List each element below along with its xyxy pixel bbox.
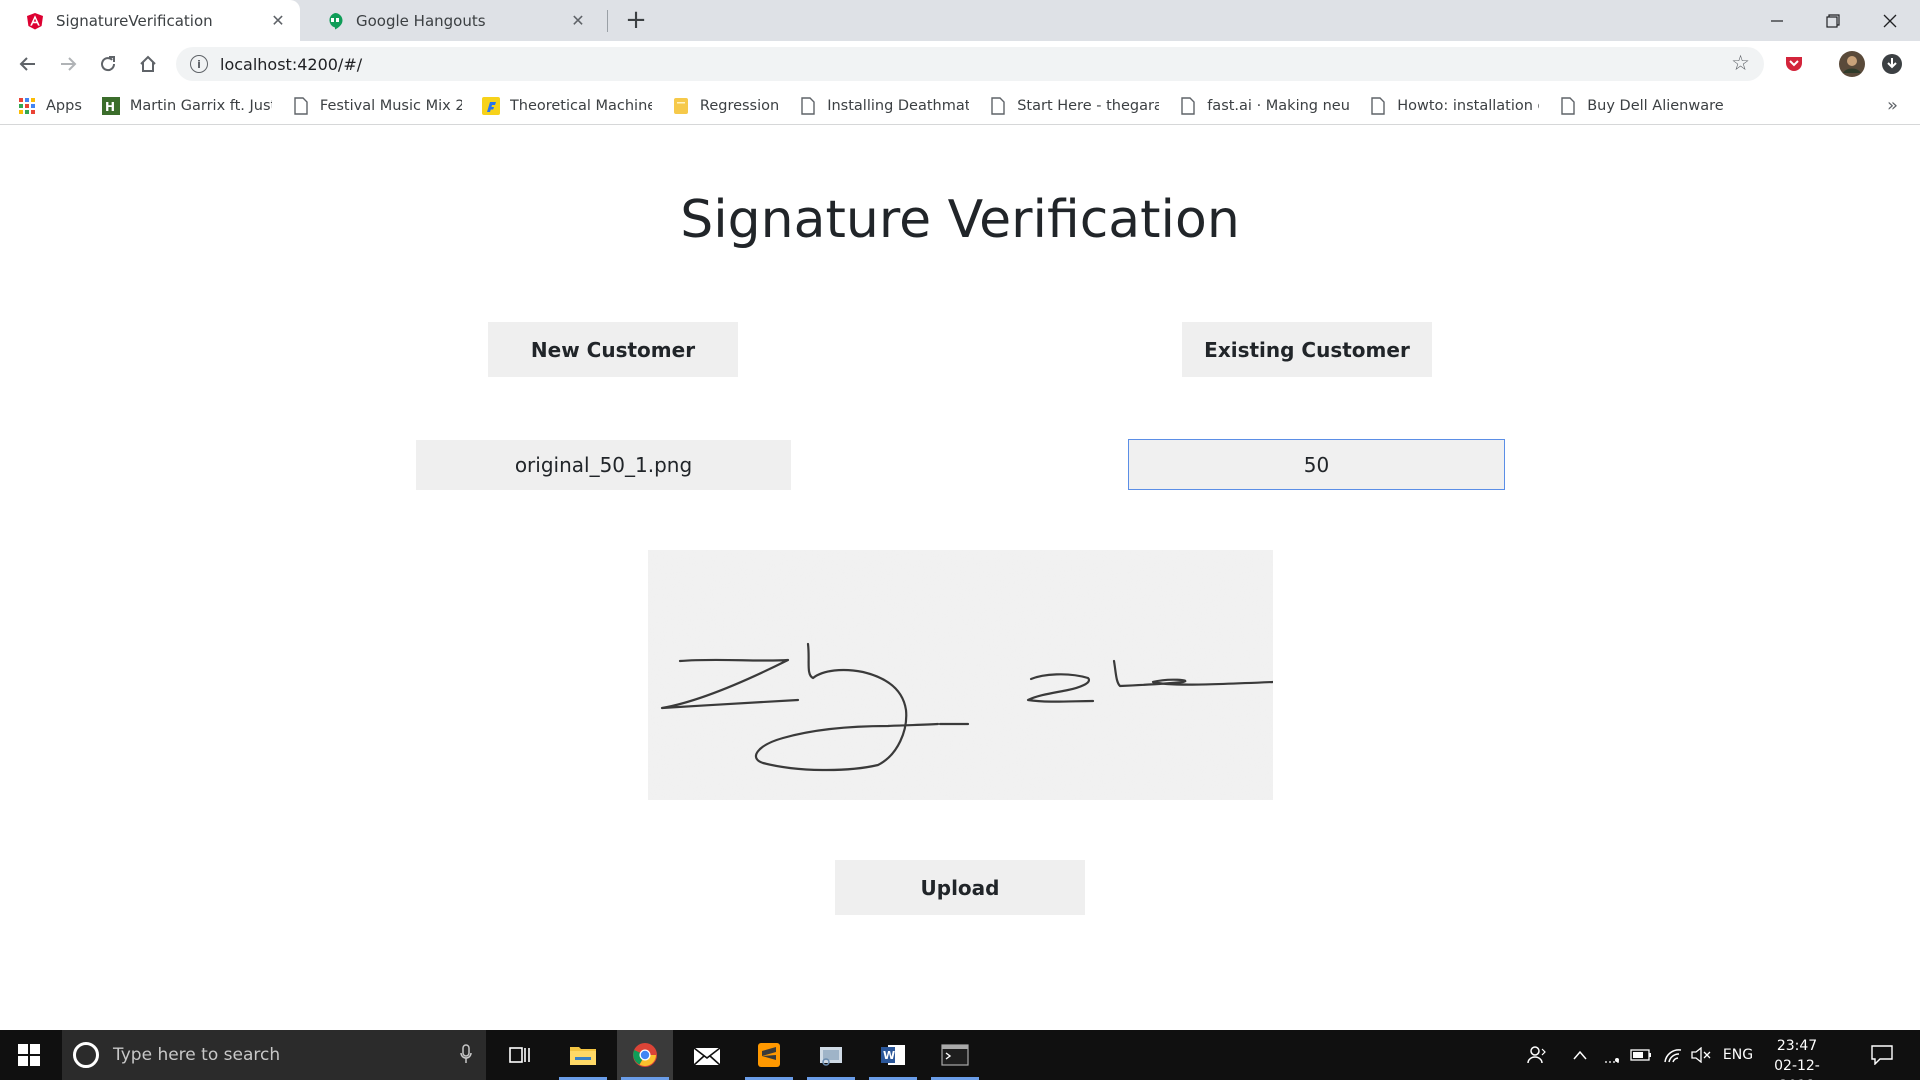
bookmark-label: Martin Garrix ft. Justi: [129, 97, 272, 114]
bookmark-label: Regression: [699, 97, 780, 114]
address-bar[interactable]: i localhost:4200/#/ ☆: [176, 47, 1764, 81]
command-prompt-icon[interactable]: [927, 1030, 983, 1080]
bookmark-label: Buy Dell Alienware 34: [1587, 97, 1729, 114]
tab-title: Google Hangouts: [356, 11, 486, 30]
apps-grid-icon: [18, 97, 36, 115]
existing-customer-button[interactable]: Existing Customer: [1182, 322, 1432, 377]
tab-separator: [607, 10, 608, 32]
customer-id-input[interactable]: 50: [1128, 439, 1505, 490]
bookmark-item[interactable]: H Martin Garrix ft. Justi: [101, 96, 272, 115]
taskbar-search-box[interactable]: Type here to search: [62, 1030, 486, 1080]
search-placeholder: Type here to search: [113, 1045, 281, 1065]
bookmark-label: fast.ai · Making neura: [1207, 97, 1350, 114]
bookmark-item[interactable]: Start Here - thegarag: [989, 96, 1160, 115]
windows-taskbar: Type here to search W ENG 23:47 02-12-: [0, 1030, 1920, 1080]
bookmark-item[interactable]: fast.ai · Making neura: [1179, 96, 1350, 115]
wifi-icon[interactable]: [1660, 1030, 1686, 1080]
site-info-icon[interactable]: i: [190, 55, 208, 73]
close-window-button[interactable]: [1862, 0, 1918, 41]
close-tab-icon[interactable]: ✕: [568, 11, 588, 31]
page-icon: [799, 96, 817, 115]
page-icon: [292, 96, 310, 115]
cortana-icon: [73, 1042, 99, 1068]
clock-time: 23:47: [1776, 1038, 1818, 1054]
chrome-taskbar-icon[interactable]: [617, 1030, 673, 1080]
bookmark-label: Theoretical Machine: [509, 97, 652, 114]
windows-start-button[interactable]: [0, 1030, 58, 1080]
system-clock[interactable]: 23:47 02-12-2018: [1762, 1036, 1832, 1080]
minimize-button[interactable]: [1749, 0, 1805, 41]
page-content: Signature Verification New Customer Exis…: [0, 126, 1920, 1030]
new-tab-button[interactable]: +: [622, 7, 650, 34]
bookmark-item[interactable]: Festival Music Mix 20: [292, 96, 462, 115]
pocket-extension-icon[interactable]: [1779, 49, 1809, 79]
bookmark-label: Start Here - thegarag: [1017, 97, 1160, 114]
url-text: localhost:4200/#/: [220, 54, 363, 74]
upload-button[interactable]: Upload: [835, 860, 1085, 915]
signature-file-input[interactable]: original_50_1.png: [416, 440, 791, 490]
page-icon: [989, 96, 1007, 115]
word-icon[interactable]: W: [865, 1030, 921, 1080]
restore-button[interactable]: [1805, 0, 1861, 41]
bookmark-star-icon[interactable]: ☆: [1731, 51, 1750, 75]
forward-button[interactable]: [52, 48, 84, 80]
tab-title: SignatureVerification: [56, 11, 213, 30]
browser-toolbar: i localhost:4200/#/ ☆: [0, 41, 1920, 87]
angular-icon: [26, 12, 44, 30]
bookmark-label: Festival Music Mix 20: [319, 97, 462, 114]
clock-date: 02-12-2018: [1774, 1058, 1820, 1080]
microphone-icon[interactable]: [460, 1044, 472, 1069]
customer-id-value: 50: [1303, 452, 1330, 477]
home-button[interactable]: [132, 48, 164, 80]
bookmarks-bar: Apps H Martin Garrix ft. Justi Festival …: [0, 87, 1920, 125]
new-customer-button[interactable]: New Customer: [488, 322, 738, 377]
svg-text:W: W: [883, 1049, 895, 1062]
page-icon: [1559, 96, 1577, 115]
input-language[interactable]: ENG: [1718, 1030, 1758, 1080]
profile-avatar[interactable]: [1837, 49, 1867, 79]
bookmark-label: Apps: [46, 97, 82, 114]
back-button[interactable]: [12, 48, 44, 80]
page-icon: [1179, 96, 1197, 115]
page-title: Signature Verification: [680, 190, 1240, 250]
network-status-icon[interactable]: [1600, 1030, 1626, 1080]
battery-icon[interactable]: [1628, 1030, 1654, 1080]
bookmark-item[interactable]: Theoretical Machine: [481, 96, 652, 115]
file-explorer-icon[interactable]: [555, 1030, 611, 1080]
bookmark-item[interactable]: Buy Dell Alienware 34: [1559, 96, 1729, 115]
svg-text:H: H: [105, 100, 115, 114]
volume-muted-icon[interactable]: [1688, 1030, 1714, 1080]
bookmark-item[interactable]: Installing Deathmatc: [799, 96, 970, 115]
tab-strip: SignatureVerification ✕ Google Hangouts …: [0, 0, 1920, 41]
bookmark-apps[interactable]: Apps: [18, 97, 82, 115]
snipping-tool-icon[interactable]: [803, 1030, 859, 1080]
folder-note-icon: [672, 97, 690, 115]
show-hidden-icons-icon[interactable]: [1568, 1030, 1592, 1080]
people-icon[interactable]: [1522, 1030, 1552, 1080]
bookmark-item[interactable]: Regression: [672, 97, 779, 115]
mail-icon[interactable]: [679, 1030, 735, 1080]
signature-preview-image: [648, 550, 1273, 800]
action-center-icon[interactable]: [1862, 1030, 1902, 1080]
page-icon: [1369, 96, 1387, 115]
flipkart-icon: [481, 96, 500, 115]
bookmark-label: Installing Deathmatc: [827, 97, 970, 114]
chrome-menu-icon[interactable]: [1877, 49, 1907, 79]
tab-signature-verification[interactable]: SignatureVerification ✕: [0, 0, 300, 41]
tab-google-hangouts[interactable]: Google Hangouts ✕: [300, 0, 600, 41]
sublime-text-icon[interactable]: [741, 1030, 797, 1080]
bookmarks-overflow-button[interactable]: »: [1887, 95, 1898, 116]
close-tab-icon[interactable]: ✕: [268, 11, 288, 31]
music-icon: H: [101, 96, 120, 115]
windows-logo-icon: [18, 1044, 40, 1066]
file-name-text: original_50_1.png: [514, 453, 693, 477]
reload-button[interactable]: [92, 48, 124, 80]
hangouts-icon: [326, 12, 344, 30]
bookmark-label: Howto: installation o: [1397, 97, 1540, 114]
bookmark-item[interactable]: Howto: installation o: [1369, 96, 1540, 115]
task-view-icon[interactable]: [492, 1030, 548, 1080]
